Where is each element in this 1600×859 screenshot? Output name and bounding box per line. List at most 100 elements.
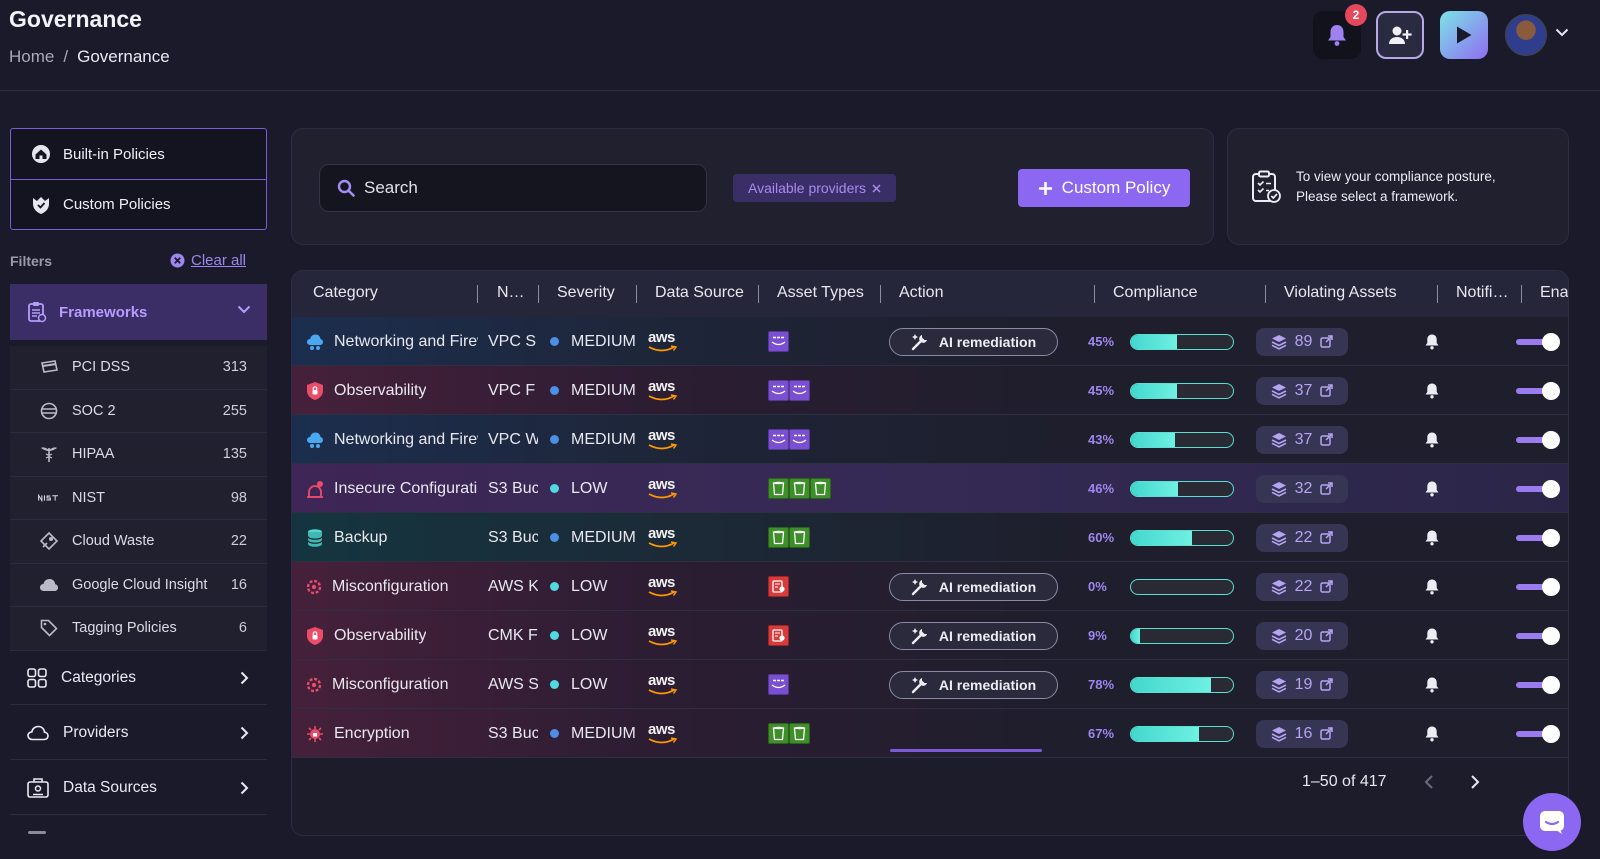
table-row[interactable]: Misconfiguration AWS S LOW aws AI remediatio… — [292, 660, 1568, 709]
column-notifications[interactable]: Notifi… — [1456, 284, 1508, 302]
custom-policies-tab[interactable]: Custom Policies — [11, 179, 266, 229]
clear-all-link[interactable]: Clear all — [170, 252, 246, 269]
framework-item-cloud-waste[interactable]: Cloud Waste 22 — [10, 520, 267, 564]
policy-name[interactable]: VPC W — [488, 415, 538, 464]
enabled-toggle[interactable] — [1516, 332, 1560, 351]
framework-item-tagging-policies[interactable]: Tagging Policies 6 — [10, 607, 267, 651]
column-resize-handle[interactable] — [477, 285, 478, 303]
violating-assets-button[interactable]: 37 — [1256, 376, 1348, 405]
notification-bell-icon[interactable] — [1424, 317, 1444, 366]
search-box[interactable] — [319, 164, 707, 212]
search-input[interactable] — [364, 178, 684, 198]
notification-bell-icon[interactable] — [1424, 415, 1444, 464]
column-resize-handle[interactable] — [758, 285, 759, 303]
policy-name[interactable]: AWS K — [488, 562, 538, 611]
column-resize-handle[interactable] — [636, 285, 637, 303]
policy-name[interactable]: S3 Buc — [488, 709, 538, 758]
violating-assets-button[interactable]: 89 — [1256, 327, 1348, 356]
avatar[interactable] — [1505, 14, 1547, 56]
horizontal-scrollbar[interactable] — [890, 749, 1042, 752]
violating-assets-button[interactable]: 16 — [1256, 719, 1348, 748]
violating-assets-button[interactable]: 22 — [1256, 523, 1348, 552]
chevron-down-icon[interactable] — [1555, 28, 1569, 37]
column-violating-assets[interactable]: Violating Assets — [1284, 284, 1397, 302]
column-name[interactable]: N… — [497, 284, 525, 302]
column-resize-handle[interactable] — [1094, 285, 1095, 303]
cloud-icon — [27, 725, 49, 741]
close-icon[interactable] — [872, 183, 881, 193]
notification-bell-icon[interactable] — [1424, 464, 1444, 513]
policy-name[interactable]: AWS S — [488, 660, 538, 709]
categories-section[interactable]: Categories — [10, 651, 267, 705]
framework-item-hipaa[interactable]: HIPAA 135 — [10, 433, 267, 477]
table-row[interactable]: Observability CMK F LOW aws AI remediation 9%… — [292, 611, 1568, 660]
notification-bell-icon[interactable] — [1424, 513, 1444, 562]
column-asset-types[interactable]: Asset Types — [777, 284, 864, 302]
custom-policy-button[interactable]: Custom Policy — [1018, 169, 1190, 207]
breadcrumb-home[interactable]: Home — [9, 47, 54, 67]
framework-item-nist[interactable]: NIST 98 — [10, 477, 267, 520]
built-in-policies-tab[interactable]: Built-in Policies — [11, 129, 266, 179]
ai-remediation-button[interactable]: AI remediation — [889, 670, 1058, 699]
framework-item-google-cloud-insight[interactable]: Google Cloud Insight 16 — [10, 564, 267, 607]
framework-item-soc-2[interactable]: SOC 2 255 — [10, 390, 267, 433]
notification-bell-icon[interactable] — [1424, 562, 1444, 611]
policy-name[interactable]: VPC F — [488, 366, 538, 415]
notification-bell-icon[interactable] — [1424, 709, 1444, 758]
policy-name[interactable]: S3 Buc — [488, 513, 538, 562]
enabled-toggle[interactable] — [1516, 675, 1560, 694]
column-enabled[interactable]: Ena — [1540, 284, 1568, 302]
notification-bell-icon[interactable] — [1424, 660, 1444, 709]
next-page-icon[interactable] — [1470, 774, 1480, 790]
column-resize-handle[interactable] — [1521, 285, 1522, 303]
globe-icon — [38, 402, 60, 420]
violating-assets-button[interactable]: 37 — [1256, 425, 1348, 454]
available-providers-chip[interactable]: Available providers — [733, 174, 897, 202]
table-row[interactable]: Networking and Firewall VPC S MEDIUM aws AI … — [292, 317, 1568, 366]
enabled-toggle[interactable] — [1516, 577, 1560, 596]
framework-item-pci-dss[interactable]: PCI DSS 313 — [10, 346, 267, 390]
column-action[interactable]: Action — [899, 284, 943, 302]
notification-bell-icon[interactable] — [1424, 611, 1444, 660]
ai-remediation-button[interactable]: AI remediation — [889, 572, 1058, 601]
ai-remediation-button[interactable]: AI remediation — [889, 327, 1058, 356]
data-sources-section[interactable]: Data Sources — [10, 761, 267, 815]
policy-name[interactable]: VPC S — [488, 317, 538, 366]
enabled-toggle[interactable] — [1516, 528, 1560, 547]
table-row[interactable]: Insecure Configuration S3 Buc LOW aws 46% 32 — [292, 464, 1568, 513]
table-row[interactable]: Networking and Firewall VPC W MEDIUM aws 43%… — [292, 415, 1568, 464]
add-user-button[interactable] — [1376, 11, 1424, 59]
notification-bell-icon[interactable] — [1424, 366, 1444, 415]
enabled-toggle[interactable] — [1516, 430, 1560, 449]
column-resize-handle[interactable] — [880, 285, 881, 303]
layers-icon — [1271, 628, 1287, 644]
column-resize-handle[interactable] — [1437, 285, 1438, 303]
frameworks-toggle[interactable]: Frameworks — [10, 284, 267, 340]
violating-assets-button[interactable]: 19 — [1256, 670, 1348, 699]
ai-remediation-button[interactable]: AI remediation — [889, 621, 1058, 650]
violating-assets-button[interactable]: 22 — [1256, 572, 1348, 601]
column-resize-handle[interactable] — [1265, 285, 1266, 303]
enabled-toggle[interactable] — [1516, 381, 1560, 400]
sidebar-collapse-handle[interactable] — [28, 831, 46, 834]
notifications-button[interactable]: 2 — [1313, 4, 1367, 59]
violating-assets-button[interactable]: 32 — [1256, 474, 1348, 503]
policy-name[interactable]: CMK F — [488, 611, 538, 660]
column-data-source[interactable]: Data Source — [655, 284, 744, 302]
violating-assets-button[interactable]: 20 — [1256, 621, 1348, 650]
chat-launcher-button[interactable] — [1523, 793, 1581, 851]
enabled-toggle[interactable] — [1516, 479, 1560, 498]
column-compliance[interactable]: Compliance — [1113, 284, 1197, 302]
play-button[interactable] — [1440, 11, 1488, 59]
enabled-toggle[interactable] — [1516, 626, 1560, 645]
providers-section[interactable]: Providers — [10, 706, 267, 760]
policy-name[interactable]: S3 Buc — [488, 464, 538, 513]
table-row[interactable]: Backup S3 Buc MEDIUM aws 60% 22 — [292, 513, 1568, 562]
column-category[interactable]: Category — [313, 284, 378, 302]
column-resize-handle[interactable] — [538, 285, 539, 303]
column-severity[interactable]: Severity — [557, 284, 615, 302]
table-row[interactable]: Misconfiguration AWS K LOW aws AI remediatio… — [292, 562, 1568, 611]
table-row[interactable]: Observability VPC F MEDIUM aws 45% 37 — [292, 366, 1568, 415]
enabled-toggle[interactable] — [1516, 724, 1560, 743]
previous-page-icon[interactable] — [1424, 774, 1434, 790]
